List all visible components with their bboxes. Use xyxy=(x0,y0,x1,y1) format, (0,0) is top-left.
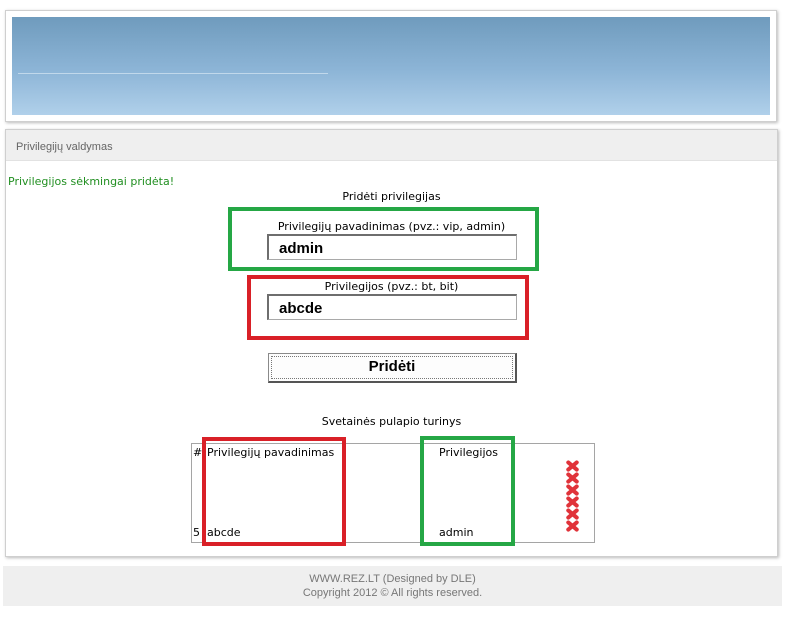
table-heading: Svetainės pulapio turinys xyxy=(321,415,462,428)
annotation-box-name-column xyxy=(202,437,346,546)
footer-copyright: Copyright 2012 © All rights reserved. xyxy=(302,587,483,599)
row-id: 5 xyxy=(193,526,200,539)
privileges-input[interactable]: abcde xyxy=(267,294,517,320)
privileges-field-label: Privilegijos (pvz.: bt, bit) xyxy=(324,280,459,293)
panel-header: Privilegijų valdymas xyxy=(6,130,777,161)
delete-x-icon[interactable] xyxy=(565,484,579,495)
panel-title: Privilegijų valdymas xyxy=(16,141,113,153)
add-button[interactable]: Pridėti xyxy=(268,353,517,383)
privilege-name-input[interactable]: admin xyxy=(267,234,517,260)
button-focus-ring xyxy=(271,356,513,379)
privileges-panel: Privilegijų valdymas Privilegijos sėkmin… xyxy=(5,129,778,557)
column-header-id: # xyxy=(193,446,203,459)
header-banner xyxy=(12,17,770,115)
delete-x-icon[interactable] xyxy=(565,496,579,507)
delete-x-icon[interactable] xyxy=(565,472,579,483)
annotation-box-privileges-column xyxy=(420,436,515,546)
name-field-label: Privilegijų pavadinimas (pvz.: vip, admi… xyxy=(277,220,506,233)
footer: WWW.REZ.LT (Designed by DLE) Copyright 2… xyxy=(3,566,782,606)
delete-x-icon[interactable] xyxy=(565,508,579,519)
footer-credit: WWW.REZ.LT (Designed by DLE) xyxy=(309,573,476,585)
delete-x-icon[interactable] xyxy=(565,520,579,531)
form-heading: Pridėti privilegijas xyxy=(342,190,441,203)
success-message: Privilegijos sėkmingai pridėta! xyxy=(8,175,175,188)
delete-x-icon[interactable] xyxy=(565,460,579,471)
header-frame xyxy=(5,10,777,122)
banner-highlight-line xyxy=(18,73,328,74)
